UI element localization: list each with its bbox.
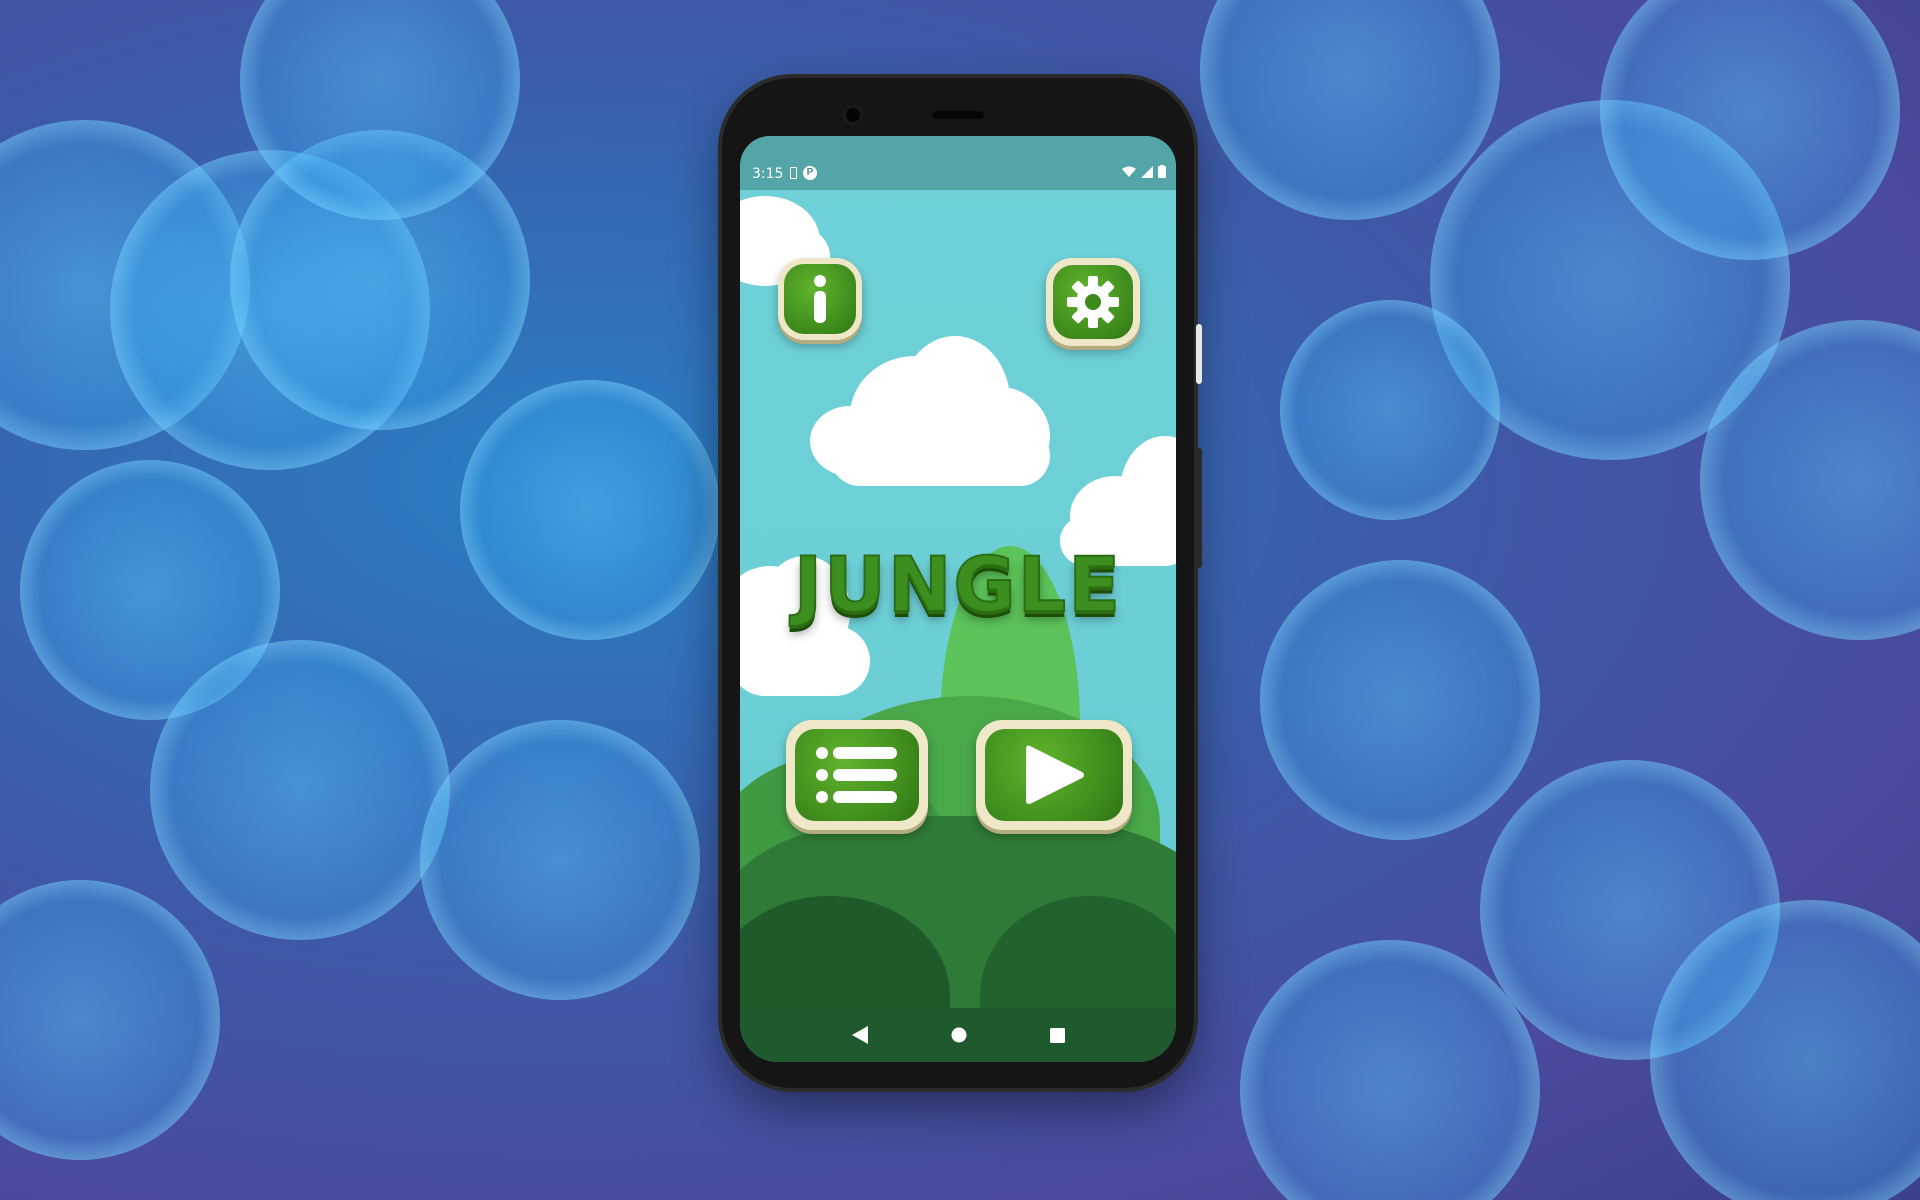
notification-badge: P bbox=[803, 166, 817, 180]
earpiece-speaker bbox=[932, 111, 984, 119]
list-icon bbox=[816, 747, 897, 803]
game-title: JUNGLE bbox=[793, 539, 1123, 630]
volume-button bbox=[1196, 448, 1202, 568]
home-circle-icon[interactable] bbox=[951, 1027, 967, 1043]
back-triangle-icon[interactable] bbox=[851, 1026, 868, 1044]
front-camera bbox=[842, 104, 864, 126]
phone-frame: 3:15 P JUNGLE bbox=[722, 78, 1202, 1088]
play-button[interactable] bbox=[976, 720, 1132, 830]
settings-button[interactable] bbox=[1046, 258, 1140, 346]
gear-icon bbox=[1067, 276, 1119, 328]
info-button[interactable] bbox=[778, 258, 862, 340]
status-time: 3:15 bbox=[752, 166, 784, 182]
recents-square-icon[interactable] bbox=[1049, 1027, 1065, 1043]
android-nav-bar bbox=[740, 1008, 1176, 1062]
game-screen: 3:15 P JUNGLE bbox=[740, 136, 1176, 1062]
levels-button[interactable] bbox=[786, 720, 928, 830]
play-icon bbox=[1026, 745, 1084, 804]
info-icon bbox=[814, 275, 826, 323]
battery-saver-icon bbox=[790, 167, 797, 179]
signal-icon bbox=[1141, 165, 1153, 178]
wifi-icon bbox=[1122, 166, 1136, 177]
status-bar: 3:15 P bbox=[740, 136, 1176, 190]
power-button bbox=[1196, 324, 1202, 384]
battery-icon bbox=[1158, 165, 1166, 178]
